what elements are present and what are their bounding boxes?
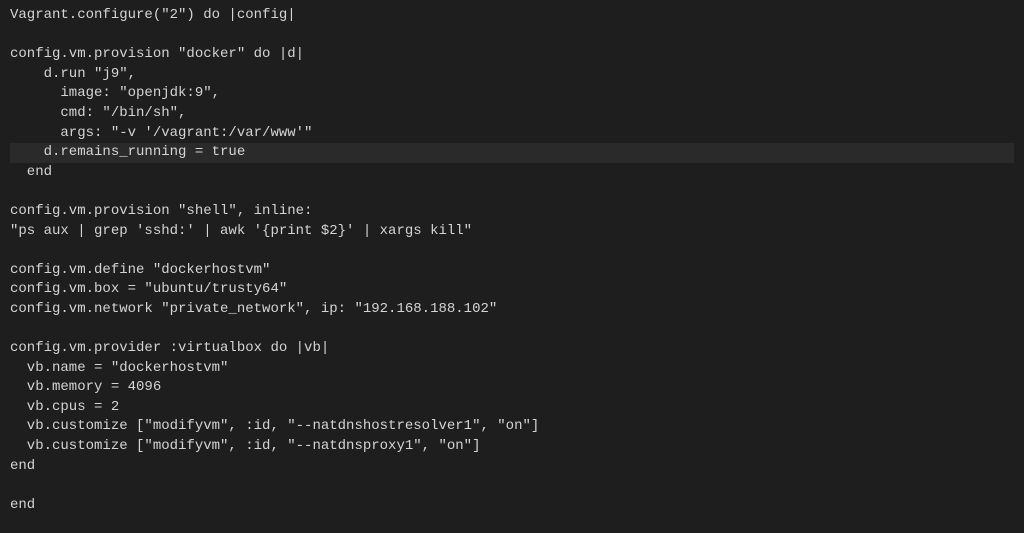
code-line[interactable] [10,26,1014,46]
code-editor[interactable]: Vagrant.configure("2") do |config| confi… [10,6,1014,515]
code-line[interactable]: d.run "j9", [10,65,1014,85]
code-line[interactable]: Vagrant.configure("2") do |config| [10,6,1014,26]
code-line[interactable]: d.remains_running = true [10,143,1014,163]
code-line[interactable]: config.vm.provision "shell", inline: [10,202,1014,222]
code-line[interactable]: end [10,163,1014,183]
code-line[interactable]: vb.cpus = 2 [10,398,1014,418]
code-line[interactable]: end [10,496,1014,516]
code-line[interactable]: config.vm.box = "ubuntu/trusty64" [10,280,1014,300]
code-line[interactable]: end [10,457,1014,477]
code-line[interactable]: vb.name = "dockerhostvm" [10,359,1014,379]
code-line[interactable]: config.vm.provider :virtualbox do |vb| [10,339,1014,359]
code-line[interactable]: cmd: "/bin/sh", [10,104,1014,124]
code-line[interactable]: config.vm.provision "docker" do |d| [10,45,1014,65]
code-line[interactable]: vb.customize ["modifyvm", :id, "--natdns… [10,417,1014,437]
code-line[interactable]: "ps aux | grep 'sshd:' | awk '{print $2}… [10,222,1014,242]
code-line[interactable] [10,241,1014,261]
code-line[interactable] [10,182,1014,202]
code-line[interactable] [10,320,1014,340]
code-line[interactable]: config.vm.define "dockerhostvm" [10,261,1014,281]
code-line[interactable]: vb.customize ["modifyvm", :id, "--natdns… [10,437,1014,457]
code-line[interactable]: image: "openjdk:9", [10,84,1014,104]
code-line[interactable]: args: "-v '/vagrant:/var/www'" [10,124,1014,144]
code-line[interactable]: config.vm.network "private_network", ip:… [10,300,1014,320]
code-line[interactable] [10,476,1014,496]
code-line[interactable]: vb.memory = 4096 [10,378,1014,398]
